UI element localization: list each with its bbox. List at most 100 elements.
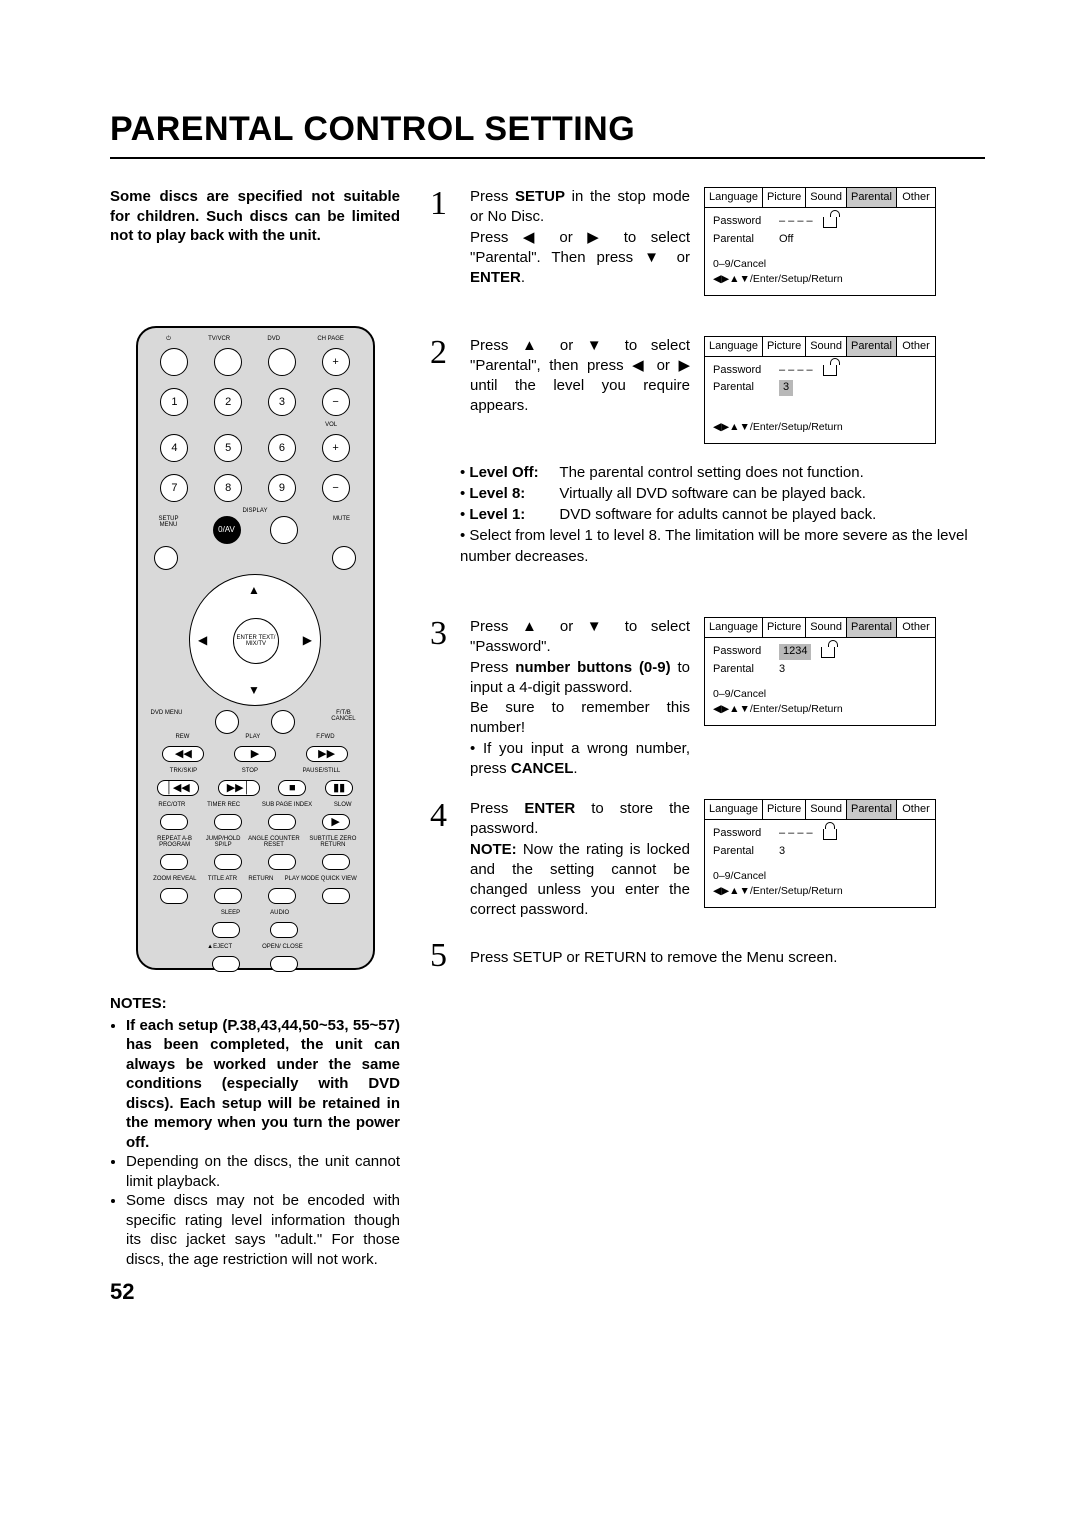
pwd-label: Password xyxy=(713,363,773,378)
remote-label-power: ⏻ xyxy=(166,336,171,342)
par-label: Parental xyxy=(713,662,773,677)
tab-parental: Parental xyxy=(847,337,897,356)
tab-sound: Sound xyxy=(806,618,847,637)
notes-list: If each setup (P.38,43,44,50~53, 55~57) … xyxy=(110,1016,400,1270)
tab-language: Language xyxy=(705,618,763,637)
s5e: to remove the Menu screen. xyxy=(646,949,837,966)
remote-label-tvvcr: TV/VCR xyxy=(208,336,230,342)
step-5: 5 Press SETUP or RETURN to remove the Me… xyxy=(430,939,985,973)
title-rule xyxy=(110,157,985,159)
lock-open-icon xyxy=(821,647,835,658)
num-1-button: 1 xyxy=(160,388,188,416)
pwd-value: – – – – xyxy=(779,214,813,229)
level-8-label: Level 8: xyxy=(469,483,559,504)
play-button: ▶ xyxy=(234,746,276,762)
tab-other: Other xyxy=(897,337,935,356)
num-5-button: 5 xyxy=(214,434,242,462)
note-1: If each setup (P.38,43,44,50~53, 55~57) … xyxy=(126,1016,400,1153)
s1-t5: . xyxy=(521,269,525,286)
dvd-button xyxy=(268,348,296,376)
title-button xyxy=(214,888,242,904)
step-2: 2 Press ▲ or ▼ to select "Parental", the… xyxy=(430,336,985,445)
s3-b2: CANCEL xyxy=(511,760,574,777)
level-select-inner: Select from level 1 to level 8. The limi… xyxy=(460,527,968,565)
remote-label-dvd: DVD xyxy=(267,336,280,342)
tab-picture: Picture xyxy=(763,337,806,356)
num-3-button: 3 xyxy=(268,388,296,416)
angle-button xyxy=(268,854,296,870)
ftb-cancel-label: F/T/B CANCEL xyxy=(326,710,360,734)
display-label: DISPLAY xyxy=(243,508,268,514)
rec-button xyxy=(160,814,188,830)
stop-label: STOP xyxy=(242,768,258,774)
left-column: Some discs are specified not suitable fo… xyxy=(110,187,400,1305)
level-off-text: The parental control setting does not fu… xyxy=(559,464,863,481)
right-arrow-icon: ▶ xyxy=(303,633,312,647)
hint-cancel: 0–9/Cancel xyxy=(713,869,927,884)
open-button xyxy=(270,956,298,972)
pwd-value: – – – – xyxy=(779,363,813,378)
note-1-text: If each setup (P.38,43,44,50~53, 55~57) … xyxy=(126,1017,400,1151)
hint-cancel: 0–9/Cancel xyxy=(713,687,927,702)
slow-button: ▶ xyxy=(322,814,350,830)
levels-block: Level Off:The parental control setting d… xyxy=(460,462,985,567)
up-arrow-icon: ▲ xyxy=(248,583,260,597)
zero-av-button: 0/AV xyxy=(213,516,241,544)
hint-nav: ◀▶▲▼/Enter/Setup/Return xyxy=(713,272,927,287)
timer-button xyxy=(214,814,242,830)
tab-other: Other xyxy=(897,618,935,637)
hint-nav: ◀▶▲▼/Enter/Setup/Return xyxy=(713,420,927,435)
tab-language: Language xyxy=(705,800,763,819)
tab-language: Language xyxy=(705,337,763,356)
mute-button xyxy=(332,546,356,570)
tab-sound: Sound xyxy=(806,188,847,207)
ftb-button xyxy=(271,710,295,734)
subtitle-label: SUBTITLE ZERO RETURN xyxy=(303,836,362,848)
slow-label: SLOW xyxy=(334,802,352,808)
level-select-text: Select from level 1 to level 8. The limi… xyxy=(460,525,985,567)
num-7-button: 7 xyxy=(160,474,188,502)
jump-label: JUMP/HOLD SP/LP xyxy=(202,836,245,848)
tvvcr-button xyxy=(214,348,242,376)
step-4: 4 Press ENTER to store the password. NOT… xyxy=(430,799,985,921)
s3-b1: If you input a wrong number, press xyxy=(470,740,690,777)
tab-picture: Picture xyxy=(763,188,806,207)
tab-parental: Parental xyxy=(847,188,897,207)
s3-l2a: Press xyxy=(470,659,515,676)
s1-t1: SETUP xyxy=(515,188,565,205)
stop-button: ■ xyxy=(278,780,306,796)
menu-box-2: Language Picture Sound Parental Other Pa… xyxy=(704,336,936,445)
s3-l2b: number buttons (0-9) xyxy=(515,659,670,676)
mute-label: MUTE xyxy=(327,516,357,544)
step-3-number: 3 xyxy=(430,617,456,651)
level-off-label: Level Off: xyxy=(469,462,559,483)
play-label: PLAY xyxy=(245,734,260,740)
tab-language: Language xyxy=(705,188,763,207)
right-column: 1 Press SETUP in the stop mode or No Dis… xyxy=(430,187,985,991)
hint-nav: ◀▶▲▼/Enter/Setup/Return xyxy=(713,884,927,899)
ffwd-label: F.FWD xyxy=(316,734,334,740)
pwd-label: Password xyxy=(713,826,773,841)
skip-fwd-button: ▶▶│ xyxy=(218,780,260,796)
menu-box-4: Language Picture Sound Parental Other Pa… xyxy=(704,799,936,908)
playmode-label: PLAY MODE QUICK VIEW xyxy=(285,876,357,882)
s4-l2a: NOTE: xyxy=(470,841,517,858)
columns: Some discs are specified not suitable fo… xyxy=(110,187,985,1305)
ffwd-button: ▶▶ xyxy=(306,746,348,762)
skip-back-button: │◀◀ xyxy=(157,780,199,796)
sleep-label: SLEEP xyxy=(221,910,240,916)
tab-parental: Parental xyxy=(847,618,897,637)
pwd-label: Password xyxy=(713,214,773,229)
s5d: RETURN xyxy=(584,949,647,966)
left-arrow-icon: ◀ xyxy=(198,633,207,647)
return-label: RETURN xyxy=(248,876,273,882)
repeat-button xyxy=(160,854,188,870)
audio-button xyxy=(270,922,298,938)
remote-label-chpage: CH PAGE xyxy=(317,336,344,342)
step-5-text: Press SETUP or RETURN to remove the Menu… xyxy=(470,949,837,966)
tab-parental: Parental xyxy=(847,800,897,819)
step-1-number: 1 xyxy=(430,187,456,221)
s1-t4: ENTER xyxy=(470,269,521,286)
lock-open-icon xyxy=(823,365,837,376)
par-value: Off xyxy=(779,232,793,247)
